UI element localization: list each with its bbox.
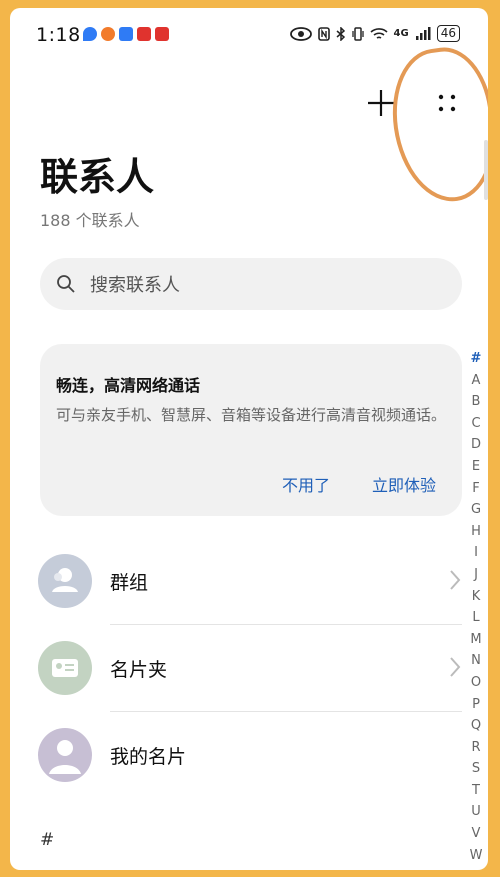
index-letter[interactable]: C xyxy=(466,413,486,435)
signal-icon xyxy=(415,26,431,40)
list-item-card-holder[interactable]: 名片夹 xyxy=(10,625,461,711)
notification-icons xyxy=(83,27,169,41)
index-letter[interactable]: I xyxy=(466,542,486,564)
status-time: 1:18 xyxy=(36,24,81,46)
vibrate-icon xyxy=(351,26,364,41)
edge-handle xyxy=(484,140,488,200)
contacts-screen: 1:18 4G 46 联系人 188 个联系人 搜索联系人 畅连，高清网络通话 … xyxy=(10,8,488,870)
chevron-right-icon xyxy=(450,570,461,590)
index-letter[interactable]: P xyxy=(466,694,486,716)
list-item-label: 名片夹 xyxy=(110,659,168,681)
index-letter[interactable]: D xyxy=(466,434,486,456)
bluetooth-app-icon xyxy=(119,27,133,41)
page-title: 联系人 xyxy=(40,155,155,199)
promo-card: 畅连，高清网络通话 可与亲友手机、智慧屏、音箱等设备进行高清音视频通话。 不用了… xyxy=(40,344,462,516)
card-holder-avatar xyxy=(38,641,92,695)
index-letter[interactable]: B xyxy=(466,391,486,413)
groups-avatar xyxy=(38,554,92,608)
index-letter[interactable]: F xyxy=(466,478,486,500)
promo-title: 畅连，高清网络通话 xyxy=(56,376,201,395)
search-icon xyxy=(57,275,75,293)
pinwheel-icon xyxy=(101,27,115,41)
index-letter[interactable]: A xyxy=(466,370,486,392)
list-item-my-card[interactable]: 我的名片 xyxy=(10,712,460,798)
promo-description: 可与亲友手机、智慧屏、音箱等设备进行高清音视频通话。 xyxy=(56,406,447,424)
index-letter[interactable]: K xyxy=(466,586,486,608)
index-letter[interactable]: W xyxy=(466,845,486,867)
taobao-icon xyxy=(137,27,151,41)
index-letter[interactable]: N xyxy=(466,650,486,672)
index-letter[interactable]: M xyxy=(466,629,486,651)
group-icon xyxy=(52,568,78,592)
list-item-groups[interactable]: 群组 xyxy=(10,538,461,624)
chevron-right-icon xyxy=(450,657,461,677)
plus-icon xyxy=(368,90,394,116)
index-letter[interactable]: J xyxy=(466,564,486,586)
battery-icon: 46 xyxy=(436,25,460,42)
index-letter[interactable]: L xyxy=(466,607,486,629)
more-options-button[interactable] xyxy=(430,86,464,120)
alphabet-index[interactable]: # A B C D E F G H I J K L M N O P Q R S … xyxy=(466,348,486,866)
nfc-icon xyxy=(317,26,330,41)
index-letter[interactable]: Q xyxy=(466,715,486,737)
add-contact-button[interactable] xyxy=(364,86,398,120)
wifi-icon xyxy=(370,27,388,39)
status-bar: 1:18 4G 46 xyxy=(10,8,488,54)
more-dots-icon xyxy=(438,94,456,112)
index-letter[interactable]: H xyxy=(466,521,486,543)
index-letter[interactable]: # xyxy=(466,348,486,370)
my-card-avatar xyxy=(38,728,92,782)
index-letter[interactable]: U xyxy=(466,801,486,823)
index-letter[interactable]: G xyxy=(466,499,486,521)
contact-count: 188 个联系人 xyxy=(40,211,140,230)
index-letter[interactable]: S xyxy=(466,758,486,780)
person-icon xyxy=(49,740,81,774)
index-letter[interactable]: V xyxy=(466,823,486,845)
index-letter[interactable]: E xyxy=(466,456,486,478)
list-item-label: 我的名片 xyxy=(110,746,187,768)
dismiss-button[interactable]: 不用了 xyxy=(282,472,330,496)
system-status-icons: 4G 46 xyxy=(289,25,460,42)
taobao-icon xyxy=(155,27,169,41)
shield-icon xyxy=(83,27,97,41)
bluetooth-icon xyxy=(336,26,345,41)
annotation-circle xyxy=(383,41,488,209)
try-now-button[interactable]: 立即体验 xyxy=(372,472,436,496)
search-input[interactable] xyxy=(88,268,432,302)
index-letter[interactable]: O xyxy=(466,672,486,694)
search-bar[interactable] xyxy=(40,258,462,310)
index-letter[interactable]: T xyxy=(466,780,486,802)
list-item-label: 群组 xyxy=(110,572,149,594)
network-type: 4G xyxy=(393,28,409,39)
business-card-icon xyxy=(52,659,78,677)
index-letter[interactable]: R xyxy=(466,737,486,759)
section-header: # xyxy=(40,830,55,850)
eye-icon xyxy=(289,26,312,41)
